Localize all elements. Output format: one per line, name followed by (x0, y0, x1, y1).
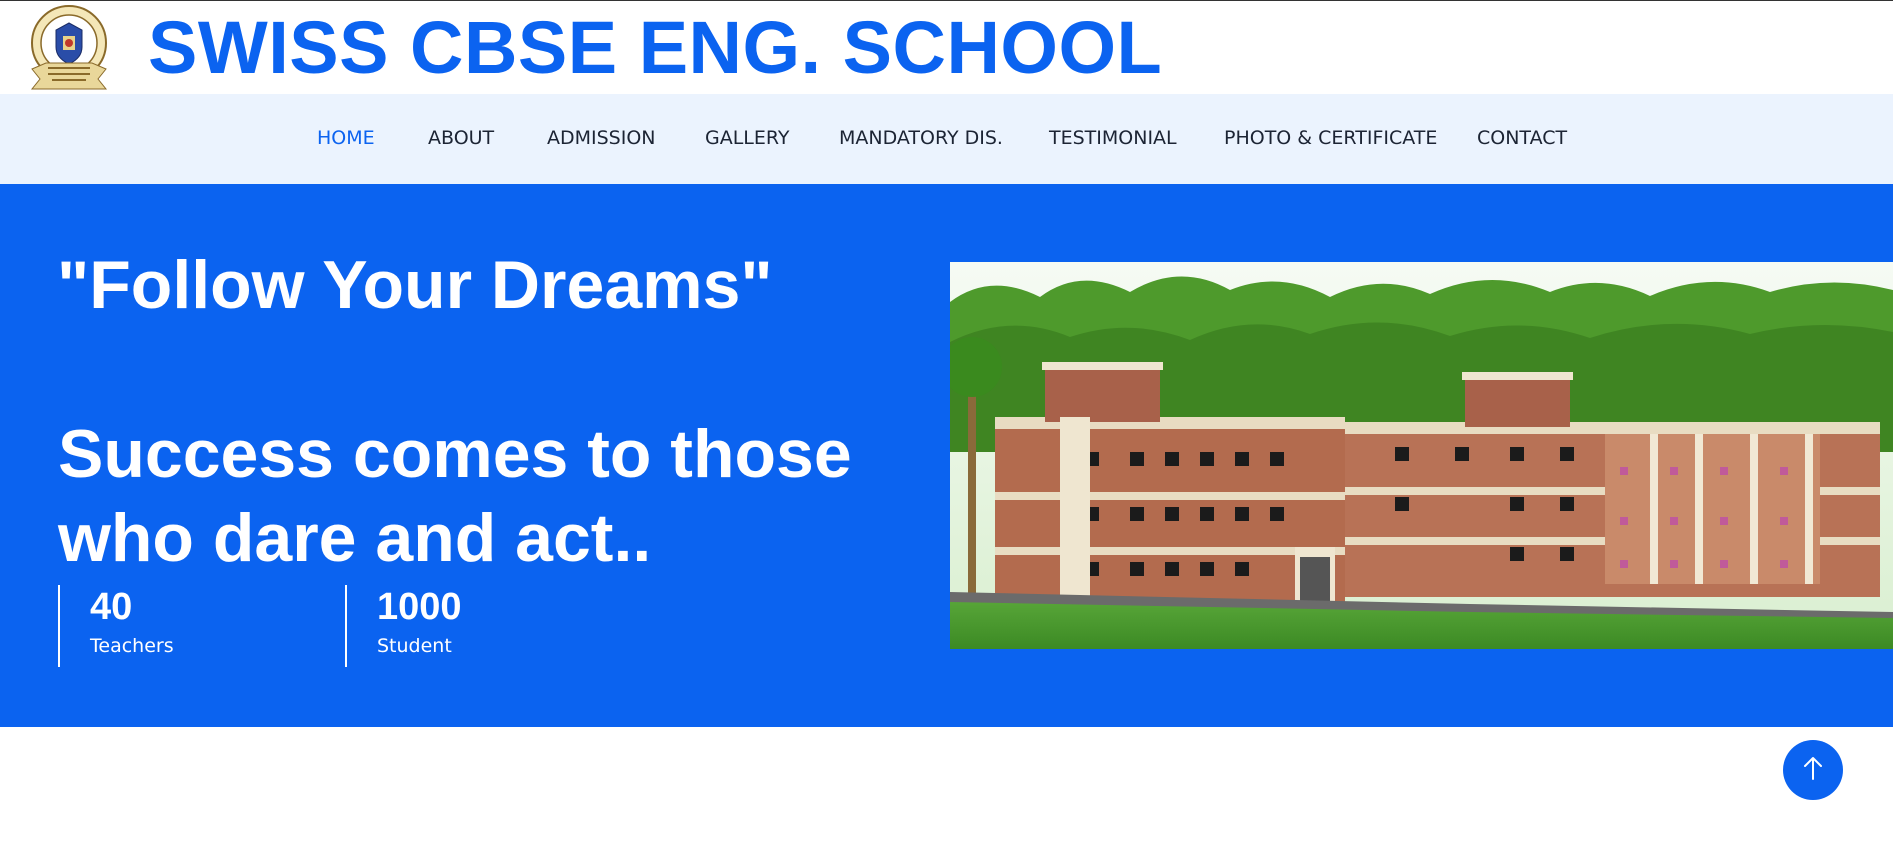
arrow-up-icon (1802, 755, 1824, 786)
stat-students: 1000 Student (345, 585, 462, 667)
stat-students-label: Student (377, 635, 452, 657)
site-title[interactable]: SWISS CBSE ENG. SCHOOL (148, 5, 1162, 91)
scroll-to-top-button[interactable] (1783, 740, 1843, 800)
stat-teachers-value: 40 (90, 586, 133, 628)
nav-menu: HOME ABOUT ADMISSION GALLERY MANDATORY D… (0, 94, 1893, 184)
hero-tagline: Success comes to those who dare and act.… (58, 416, 852, 576)
nav-item-testimonial[interactable]: TESTIMONIAL (1049, 127, 1177, 149)
school-building-image (950, 262, 1893, 649)
nav-item-admission[interactable]: ADMISSION (547, 127, 656, 149)
nav-item-photo-certificate[interactable]: PHOTO & CERTIFICATE (1224, 127, 1437, 149)
stat-students-value: 1000 (377, 586, 462, 628)
school-crest-logo[interactable] (26, 3, 112, 93)
nav-item-gallery[interactable]: GALLERY (705, 127, 790, 149)
hero-banner: "Follow Your Dreams" Success comes to th… (0, 184, 1893, 727)
nav-item-contact[interactable]: CONTACT (1477, 127, 1567, 149)
stat-teachers-label: Teachers (90, 635, 174, 657)
nav-item-about[interactable]: ABOUT (428, 127, 494, 149)
stat-teachers: 40 Teachers (58, 585, 174, 667)
hero-quote: "Follow Your Dreams" (57, 247, 773, 323)
main-navigation: HOME ABOUT ADMISSION GALLERY MANDATORY D… (0, 94, 1893, 184)
nav-item-home[interactable]: HOME (317, 127, 375, 149)
nav-item-mandatory-disclosure[interactable]: MANDATORY DIS. (839, 127, 1003, 149)
site-header: SWISS CBSE ENG. SCHOOL (0, 0, 1893, 94)
